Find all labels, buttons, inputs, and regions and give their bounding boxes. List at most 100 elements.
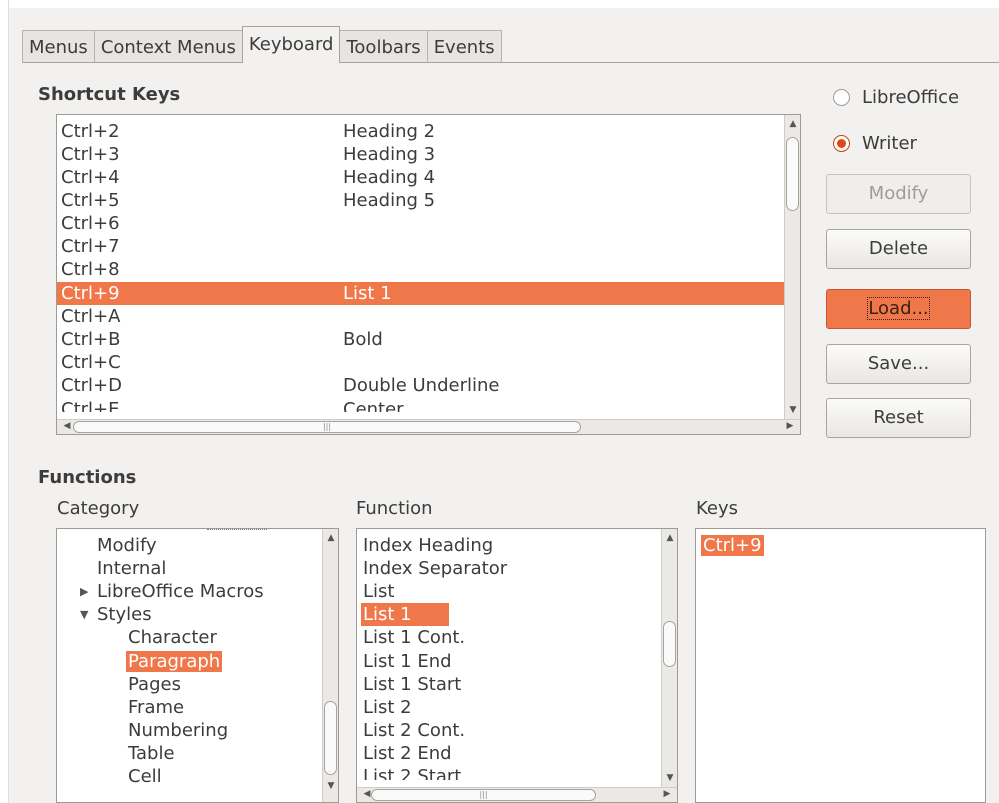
category-item[interactable]: Frame xyxy=(128,696,184,719)
shortcut-row[interactable]: Ctrl+2 Heading 2 xyxy=(57,120,784,143)
scrollbar-thumb[interactable] xyxy=(324,701,337,775)
shortcut-key: Ctrl+2 xyxy=(61,121,120,142)
shortcut-key: Ctrl+A xyxy=(61,306,121,327)
category-tree[interactable]: Modify Internal ▶ LibreOffice Macros ▼ S… xyxy=(56,528,339,803)
shortcut-function: Heading 3 xyxy=(343,144,436,165)
delete-button[interactable]: Delete xyxy=(826,229,971,269)
scroll-right-icon[interactable]: ▶ xyxy=(659,789,675,799)
key-item-label: Ctrl+9 xyxy=(701,535,764,556)
shortcut-key: Ctrl+6 xyxy=(61,213,120,234)
shortcut-row[interactable]: Ctrl+C xyxy=(57,351,784,374)
shortcut-key: Ctrl+C xyxy=(61,352,121,373)
key-item-selected[interactable]: Ctrl+9 xyxy=(701,534,764,557)
shortcut-row[interactable]: Ctrl+6 xyxy=(57,212,784,235)
radio-libreoffice-label: LibreOffice xyxy=(862,87,960,108)
tab-menus[interactable]: Menus xyxy=(22,30,94,63)
category-item[interactable]: Table xyxy=(128,742,175,765)
function-horizontal-scrollbar[interactable]: ◀ ||| ▶ xyxy=(357,787,677,802)
save-button[interactable]: Save... xyxy=(826,344,971,384)
shortcut-key: Ctrl+9 xyxy=(61,283,120,304)
function-item[interactable]: List 2 End xyxy=(363,742,452,765)
shortcut-row[interactable]: Ctrl+E Center xyxy=(57,398,784,412)
shortcut-row[interactable]: Ctrl+4 Heading 4 xyxy=(57,166,784,189)
category-item[interactable]: Styles xyxy=(97,603,152,626)
shortcut-row[interactable]: Ctrl+5 Heading 5 xyxy=(57,189,784,212)
function-vertical-scrollbar[interactable]: ▲ ▼ xyxy=(661,529,677,787)
function-item[interactable]: List 2 Start xyxy=(363,765,461,780)
tab-keyboard[interactable]: Keyboard xyxy=(241,26,341,63)
shortcut-row[interactable]: Ctrl+A xyxy=(57,305,784,328)
scroll-up-icon[interactable]: ▲ xyxy=(323,533,338,543)
category-item-selected[interactable]: Paragraph xyxy=(126,650,223,673)
tab-bar: Menus Context Menus Keyboard Toolbars Ev… xyxy=(22,26,502,63)
function-label: Function xyxy=(356,498,433,519)
shortcut-vertical-scrollbar[interactable]: ▲ ▼ xyxy=(784,115,800,419)
shortcut-row-selected[interactable]: Ctrl+9 List 1 xyxy=(57,282,784,305)
shortcut-key: Ctrl+4 xyxy=(61,167,120,188)
collapse-arrow-icon[interactable]: ▼ xyxy=(80,608,88,621)
function-item[interactable]: List 1 Start xyxy=(363,673,461,696)
scroll-up-icon[interactable]: ▲ xyxy=(785,119,800,129)
radio-writer[interactable]: Writer xyxy=(833,133,917,154)
functions-heading: Functions xyxy=(38,467,137,488)
shortcut-row[interactable]: Ctrl+8 xyxy=(57,258,784,281)
shortcut-key: Ctrl+D xyxy=(61,375,122,396)
category-vertical-scrollbar[interactable]: ▲ ▼ xyxy=(322,529,338,802)
keys-list[interactable]: Ctrl+9 xyxy=(695,528,986,803)
category-item[interactable]: Pages xyxy=(128,673,181,696)
radio-libreoffice[interactable]: LibreOffice xyxy=(833,87,959,108)
function-item[interactable]: Index Separator xyxy=(363,557,507,580)
function-item[interactable]: List xyxy=(363,580,394,603)
shortcut-function: Heading 2 xyxy=(343,121,436,142)
shortcut-key: Ctrl+E xyxy=(61,399,120,412)
radio-writer-label: Writer xyxy=(862,133,917,154)
category-item[interactable]: Numbering xyxy=(128,719,228,742)
load-button[interactable]: Load... xyxy=(826,289,971,329)
shortcut-row[interactable]: Ctrl+D Double Underline xyxy=(57,374,784,397)
category-item[interactable]: Character xyxy=(128,626,217,649)
scrollbar-thumb[interactable] xyxy=(786,137,799,211)
function-item[interactable]: List 2 Cont. xyxy=(363,719,465,742)
tab-context-menus[interactable]: Context Menus xyxy=(93,30,242,63)
function-item[interactable]: Index Heading xyxy=(363,534,493,557)
modify-button[interactable]: Modify xyxy=(826,174,971,214)
category-item[interactable]: Cell xyxy=(128,765,162,788)
scrollbar-thumb[interactable]: ||| xyxy=(73,421,581,433)
shortcut-row[interactable]: Ctrl+7 xyxy=(57,235,784,258)
shortcut-function: Center xyxy=(343,399,404,412)
function-list[interactable]: Index Heading Index Separator List List … xyxy=(356,528,678,803)
scroll-down-icon[interactable]: ▼ xyxy=(323,781,338,791)
reset-button[interactable]: Reset xyxy=(826,398,971,438)
shortcut-row[interactable]: Ctrl+3 Heading 3 xyxy=(57,143,784,166)
function-item[interactable]: List 2 xyxy=(363,696,412,719)
function-item[interactable]: List 1 Cont. xyxy=(363,626,465,649)
category-label: Category xyxy=(57,498,140,519)
function-item[interactable]: List 1 End xyxy=(363,650,452,673)
category-item[interactable]: Modify xyxy=(97,534,157,557)
shortcut-function: Bold xyxy=(343,329,383,350)
scroll-down-icon[interactable]: ▼ xyxy=(785,405,800,415)
tab-toolbars[interactable]: Toolbars xyxy=(340,30,427,63)
keys-label: Keys xyxy=(696,498,739,519)
shortcut-keys-list[interactable]: Ctrl+2 Heading 2 Ctrl+3 Heading 3 Ctrl+4… xyxy=(56,114,801,435)
tab-events[interactable]: Events xyxy=(426,30,502,63)
shortcut-keys-heading: Shortcut Keys xyxy=(38,84,181,105)
scrollbar-thumb[interactable]: ||| xyxy=(371,789,596,801)
scrollbar-thumb[interactable] xyxy=(663,621,676,667)
shortcut-function: List 1 xyxy=(343,283,392,304)
shortcut-row[interactable]: Ctrl+B Bold xyxy=(57,328,784,351)
scroll-down-icon[interactable]: ▼ xyxy=(662,773,677,783)
function-item-selected[interactable]: List 1 xyxy=(361,603,449,626)
scroll-up-icon[interactable]: ▲ xyxy=(662,533,677,543)
category-item[interactable]: Internal xyxy=(97,557,166,580)
load-button-label: Load... xyxy=(867,297,930,320)
shortcut-key: Ctrl+8 xyxy=(61,259,120,280)
shortcut-horizontal-scrollbar[interactable]: ◀ ||| ▶ xyxy=(57,419,800,434)
expand-arrow-icon[interactable]: ▶ xyxy=(80,585,88,598)
shortcut-function: Double Underline xyxy=(343,375,500,396)
category-item-label: Paragraph xyxy=(126,651,223,672)
shortcut-key: Ctrl+B xyxy=(61,329,121,350)
scroll-right-icon[interactable]: ▶ xyxy=(782,421,798,431)
category-item[interactable]: LibreOffice Macros xyxy=(97,580,264,603)
shortcut-function: Heading 5 xyxy=(343,190,436,211)
